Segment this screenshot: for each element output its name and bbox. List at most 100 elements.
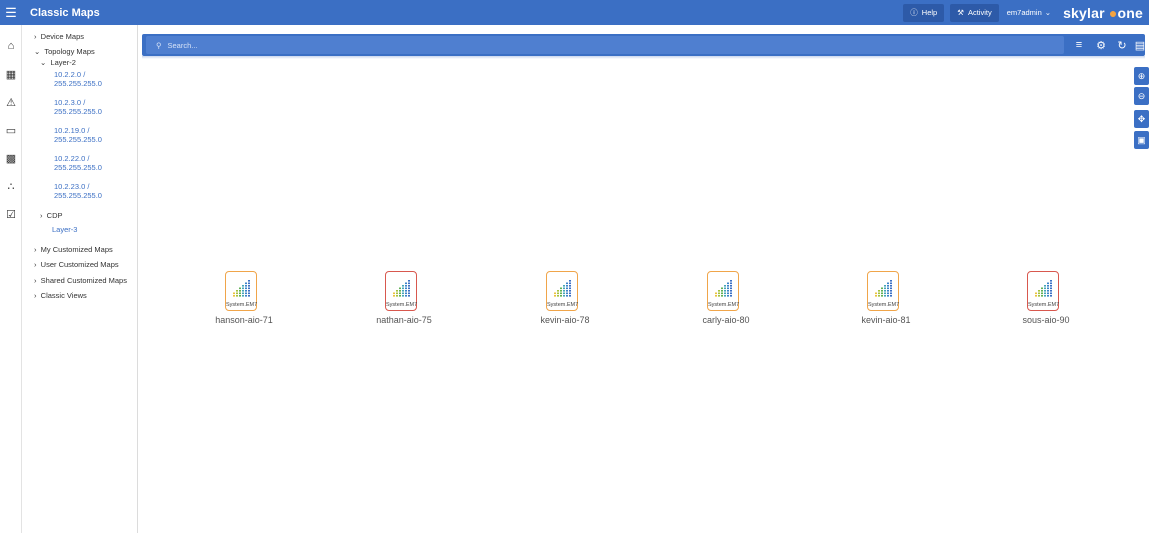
chart-dot	[396, 295, 398, 297]
chart-dot	[560, 290, 562, 292]
chart-dot	[724, 285, 726, 287]
chart-dot	[887, 287, 889, 290]
chart-dot	[563, 285, 565, 287]
tree-item-subnet[interactable]: 10.2.3.0 /255.255.255.0	[54, 98, 102, 116]
tree-item-cdp[interactable]: › CDP	[40, 211, 63, 220]
chart-dot	[569, 295, 571, 297]
map-canvas[interactable]: ⚲ Search... ≡ ⚙ ↻ ▤ ⊕ ⊖ ✥ ▣ System.EM7 h…	[138, 25, 1149, 533]
chart-dot	[727, 282, 729, 285]
chart-dot	[890, 287, 892, 290]
menu-icon[interactable]: ☰	[0, 0, 22, 25]
chart-dot	[245, 285, 247, 287]
chart-dot	[233, 292, 235, 295]
chart-dot	[727, 295, 729, 297]
devices-icon[interactable]: ▭	[4, 123, 18, 137]
alert-icon[interactable]: ⚠	[4, 95, 18, 109]
gear-icon[interactable]: ⚙	[1094, 38, 1108, 52]
chart-dot	[1047, 287, 1049, 290]
chart-dot	[563, 292, 565, 295]
chart-dot	[408, 292, 410, 295]
user-menu[interactable]: em7admin ⌄	[1007, 8, 1051, 17]
chart-dot	[1038, 290, 1040, 292]
business-services-icon[interactable]: ▩	[4, 151, 18, 165]
fit-screen-icon: ▣	[1137, 134, 1146, 145]
tree-item-shared-customized-maps[interactable]: › Shared Customized Maps	[34, 276, 127, 285]
device-node[interactable]: System.EM7 sous-aio-90	[998, 271, 1094, 341]
chart-dot	[560, 292, 562, 295]
tree-item-classic-views[interactable]: › Classic Views	[34, 291, 87, 300]
chart-dot	[569, 292, 571, 295]
chart-dot	[881, 292, 883, 295]
device-node[interactable]: System.EM7 nathan-aio-75	[356, 271, 452, 341]
tree-item-subnet[interactable]: 10.2.22.0 /255.255.255.0	[54, 154, 102, 172]
move-icon: ✥	[1137, 113, 1146, 124]
chart-dot	[402, 292, 404, 295]
save-icon[interactable]: ▤	[1133, 38, 1147, 52]
chart-dot	[887, 285, 889, 287]
activity-label: Activity	[967, 8, 992, 17]
chart-dot	[730, 287, 732, 290]
refresh-icon[interactable]: ↻	[1115, 38, 1129, 52]
chart-dot	[402, 287, 404, 290]
list-icon[interactable]: ≡	[1072, 38, 1086, 52]
bar-chart-icon	[1035, 280, 1052, 297]
activity-button[interactable]: ⚒ Activity	[950, 3, 999, 22]
chart-dot	[408, 287, 410, 290]
chart-dot	[408, 280, 410, 282]
tree-item-my-customized-maps[interactable]: › My Customized Maps	[34, 245, 113, 254]
chart-dot	[881, 290, 883, 292]
chart-dot	[887, 295, 889, 297]
chart-dot	[399, 295, 401, 297]
device-name: kevin-aio-81	[861, 315, 911, 325]
chart-dot	[569, 280, 571, 282]
chart-dot	[566, 290, 568, 292]
tree-item-layer-2[interactable]: ⌄ Layer-2	[40, 58, 76, 67]
chart-dot	[242, 292, 244, 295]
device-node[interactable]: System.EM7 kevin-aio-81	[838, 271, 934, 341]
zoom-in-button[interactable]: ⊕	[1134, 67, 1149, 85]
chart-dot	[408, 285, 410, 287]
chart-dot	[1047, 290, 1049, 292]
tree-item-device-maps[interactable]: › Device Maps	[34, 32, 84, 41]
tree-item-subnet[interactable]: 10.2.23.0 /255.255.255.0	[54, 182, 102, 200]
chart-dot	[1050, 280, 1052, 282]
chart-dot	[405, 292, 407, 295]
tree-item-user-customized-maps[interactable]: › User Customized Maps	[34, 260, 119, 269]
chart-dot	[408, 295, 410, 297]
help-button[interactable]: ⓘ Help	[903, 3, 945, 22]
home-icon[interactable]: ⌂	[4, 39, 18, 53]
chart-dot	[408, 282, 410, 285]
device-name: sous-aio-90	[1022, 315, 1070, 325]
tree-item-topology-maps[interactable]: ⌄ Topology Maps	[34, 47, 95, 56]
chart-dot	[233, 295, 235, 297]
tasks-icon[interactable]: ☑	[4, 207, 18, 221]
device-node[interactable]: System.EM7 hanson-aio-71	[196, 271, 292, 341]
topology-icon[interactable]: ∴	[4, 179, 18, 193]
tree-item-layer-3[interactable]: Layer-3	[52, 225, 77, 234]
fit-button[interactable]: ▣	[1134, 131, 1149, 149]
help-label: Help	[921, 8, 938, 17]
chart-dot	[875, 295, 877, 297]
search-input[interactable]: ⚲ Search...	[146, 36, 1064, 54]
chart-dot	[560, 295, 562, 297]
chart-dot	[245, 290, 247, 292]
chart-dot	[1044, 290, 1046, 292]
bar-chart-icon	[233, 280, 250, 297]
chart-dot	[399, 292, 401, 295]
chart-dot	[569, 287, 571, 290]
dashboard-icon[interactable]: ▦	[4, 67, 18, 81]
chart-dot	[884, 295, 886, 297]
chart-dot	[393, 292, 395, 295]
chart-dot	[718, 290, 720, 292]
device-node[interactable]: System.EM7 kevin-aio-78	[517, 271, 613, 341]
chart-dot	[884, 290, 886, 292]
chart-dot	[727, 292, 729, 295]
device-node[interactable]: System.EM7 carly-aio-80	[678, 271, 774, 341]
chart-dot	[566, 282, 568, 285]
chart-dot	[887, 292, 889, 295]
zoom-out-button[interactable]: ⊖	[1134, 87, 1149, 105]
pan-button[interactable]: ✥	[1134, 110, 1149, 128]
chart-dot	[890, 282, 892, 285]
tree-item-subnet[interactable]: 10.2.19.0 /255.255.255.0	[54, 126, 102, 144]
tree-item-subnet[interactable]: 10.2.2.0 /255.255.255.0	[54, 70, 102, 88]
